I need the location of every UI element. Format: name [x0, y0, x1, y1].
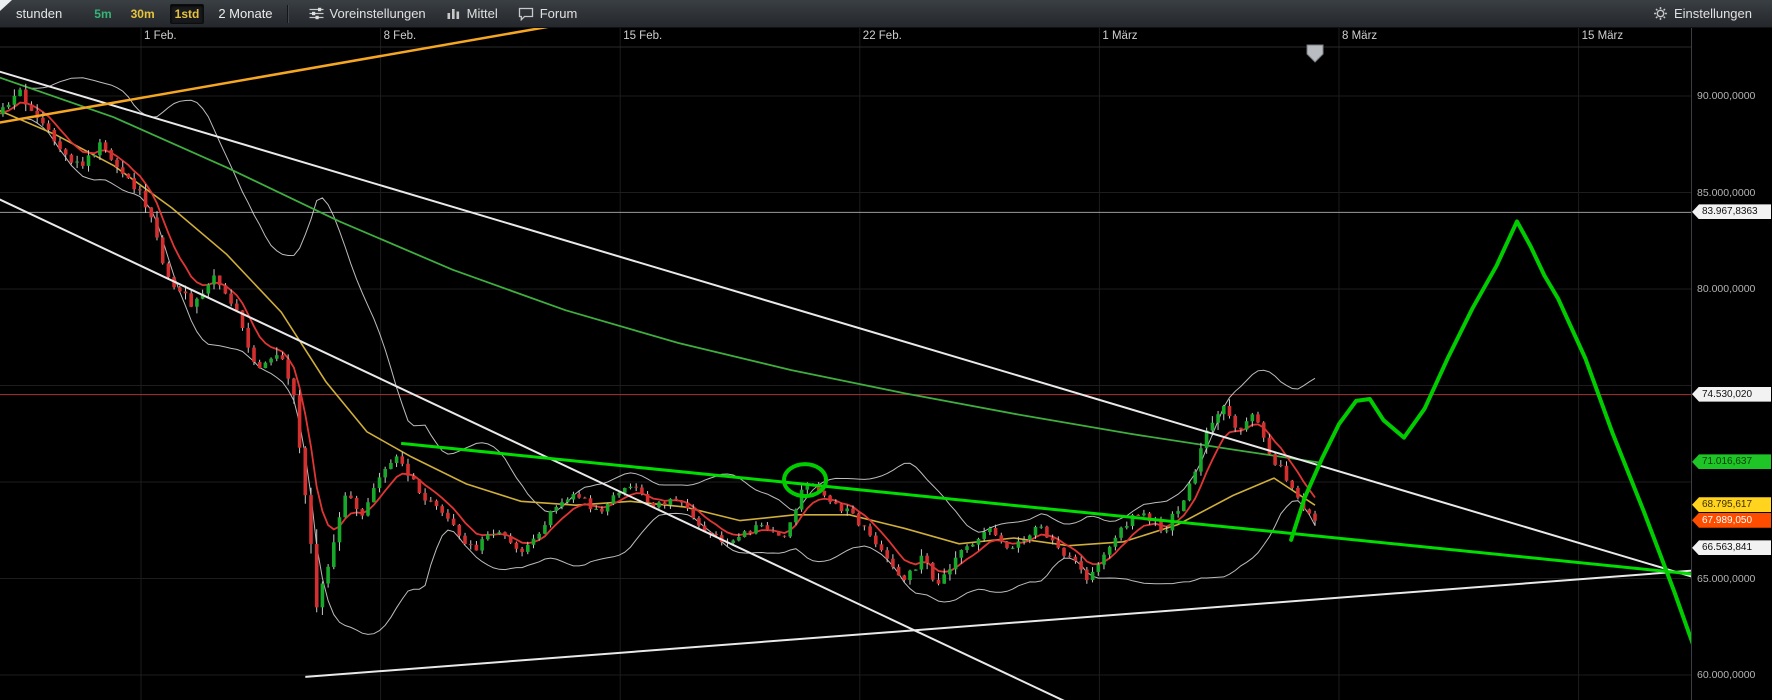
bollinger-upper-band [20, 78, 1315, 532]
trendline-drawing[interactable] [305, 569, 1715, 677]
bollinger-lower-band [20, 119, 1315, 635]
sliders-icon [309, 7, 324, 20]
price-badge[interactable]: 71.016,637 [1692, 454, 1771, 469]
price-axis-label: 60.000,0000 [1697, 669, 1755, 681]
gear-icon [1653, 6, 1668, 21]
timeframe-1std-button[interactable]: 1std [170, 4, 205, 24]
timeframe-group-label[interactable]: stunden [16, 6, 62, 21]
corner-glyph [0, 0, 12, 11]
trendline-drawing[interactable] [0, 71, 1692, 577]
price-badge[interactable]: 67.989,050 [1692, 513, 1771, 528]
settings-button[interactable]: Einstellungen [1647, 3, 1758, 24]
timeframe-30m-button[interactable]: 30m [127, 5, 159, 23]
trendline-drawing[interactable] [0, 13, 627, 123]
circle-drawing[interactable] [784, 464, 826, 496]
indicators-label: Mittel [467, 6, 498, 21]
timeframe-group: 5m 30m 1std [90, 4, 204, 24]
trendline-drawing[interactable] [0, 198, 1099, 700]
speech-bubble-icon [518, 7, 534, 21]
toolbar-divider [287, 5, 289, 23]
price-axis-label: 65.000,0000 [1697, 573, 1755, 585]
ma-slow-line [0, 77, 1319, 463]
toolbar: stunden 5m 30m 1std 2 Monate Voreinstell… [0, 0, 1772, 28]
presets-button[interactable]: Voreinstellungen [303, 3, 432, 24]
price-badge[interactable]: 83.967,8363 [1692, 204, 1771, 219]
date-label: 15 Feb. [623, 30, 662, 42]
forum-label: Forum [540, 6, 578, 21]
date-label: 8 März [1342, 30, 1377, 42]
bar-chart-icon [446, 7, 461, 20]
indicators-button[interactable]: Mittel [440, 3, 504, 24]
settings-label: Einstellungen [1674, 6, 1752, 21]
timeframe-5m-button[interactable]: 5m [90, 5, 115, 23]
presets-label: Voreinstellungen [330, 6, 426, 21]
price-badge[interactable]: 68.795,617 [1692, 497, 1771, 512]
price-badge[interactable]: 66.563,841 [1692, 540, 1771, 555]
range-button[interactable]: 2 Monate [218, 6, 272, 21]
date-label: 22 Feb. [863, 30, 902, 42]
date-label: 1 März [1102, 30, 1137, 42]
price-badge[interactable]: 74.530,020 [1692, 387, 1771, 402]
time-marker-handle[interactable] [1307, 45, 1323, 62]
price-axis-label: 90.000,0000 [1697, 90, 1755, 102]
price-axis-label: 80.000,0000 [1697, 283, 1755, 295]
ma-medium-line [0, 110, 1315, 546]
forum-button[interactable]: Forum [512, 3, 584, 24]
date-label: 8 Feb. [384, 30, 417, 42]
plot-area[interactable] [0, 13, 1716, 700]
date-label: 1 Feb. [144, 30, 177, 42]
chart-canvas[interactable]: 1 Feb. 8 Feb. 15 Feb. 22 Feb. 1 März 8 März 15… [0, 0, 1772, 700]
candles-layer [0, 84, 1317, 615]
date-label: 15 März [1582, 30, 1624, 42]
price-axis[interactable]: 90.000,0000 85.000,0000 80.000,0000 65.000,… [1691, 27, 1772, 700]
price-axis-label: 85.000,0000 [1697, 187, 1755, 199]
